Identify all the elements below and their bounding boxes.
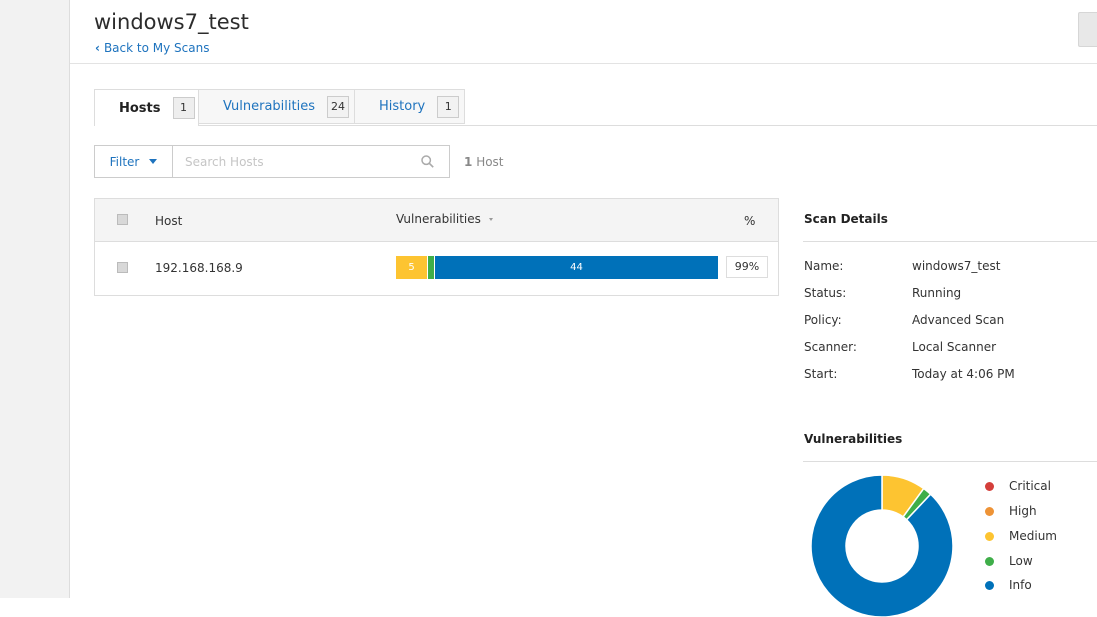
- row-checkbox[interactable]: [117, 262, 128, 273]
- tab-bar: Hosts 1 Vulnerabilities 24 History 1: [94, 89, 1097, 126]
- bar-segment-info[interactable]: 44: [435, 256, 718, 279]
- detail-value-name: windows7_test: [912, 259, 1001, 273]
- tab-history[interactable]: History 1: [354, 89, 465, 124]
- detail-label-start: Start:: [804, 367, 838, 381]
- tab-vulnerabilities-label: Vulnerabilities: [223, 99, 315, 114]
- host-count: 1 Host: [464, 155, 504, 169]
- donut-slice-info[interactable]: [811, 475, 953, 617]
- select-all-checkbox[interactable]: [117, 214, 128, 225]
- column-header-percent[interactable]: %: [744, 214, 755, 228]
- scan-details-heading: Scan Details: [804, 212, 888, 226]
- bar-segment-medium[interactable]: 5: [396, 256, 427, 279]
- detail-label-scanner: Scanner:: [804, 340, 857, 354]
- search-hosts-input[interactable]: [173, 146, 415, 177]
- hosts-table: Host Vulnerabilities % 192.168.168.9 5 4…: [94, 198, 779, 296]
- left-sidebar: [0, 0, 70, 598]
- search-box: [173, 145, 450, 178]
- progress-percent: 99%: [726, 256, 768, 278]
- filter-dropdown-button[interactable]: Filter: [94, 145, 173, 178]
- vulnerabilities-donut-chart: [811, 475, 953, 617]
- legend-dot-low: [985, 557, 994, 566]
- legend-label-low[interactable]: Low: [1009, 554, 1033, 568]
- detail-value-start: Today at 4:06 PM: [912, 367, 1015, 381]
- detail-value-scanner: Local Scanner: [912, 340, 997, 354]
- tab-history-count: 1: [437, 95, 460, 118]
- legend-dot-high: [985, 507, 994, 516]
- search-icon[interactable]: [421, 155, 434, 168]
- legend-label-critical[interactable]: Critical: [1009, 479, 1051, 493]
- tab-history-label: History: [379, 99, 426, 114]
- divider: [803, 241, 1097, 242]
- host-count-number: 1: [464, 155, 473, 169]
- bar-segment-low[interactable]: [428, 256, 434, 279]
- detail-label-name: Name:: [804, 259, 844, 273]
- host-ip[interactable]: 192.168.168.9: [155, 261, 243, 275]
- page-header: windows7_test ‹ Back to My Scans: [70, 0, 1097, 64]
- header-action-button[interactable]: [1078, 12, 1097, 47]
- table-header: Host Vulnerabilities %: [95, 199, 778, 242]
- vulnerability-bar[interactable]: 5 44: [396, 256, 718, 279]
- caret-down-icon: [149, 159, 158, 164]
- legend-label-info[interactable]: Info: [1009, 578, 1032, 592]
- divider: [803, 461, 1097, 462]
- sort-caret-icon: [488, 218, 493, 221]
- detail-label-status: Status:: [804, 286, 847, 300]
- legend-dot-critical: [985, 482, 994, 491]
- back-to-my-scans-link[interactable]: ‹ Back to My Scans: [95, 41, 209, 55]
- legend-dot-info: [985, 581, 994, 590]
- page-title: windows7_test: [94, 10, 249, 34]
- chevron-left-icon: ‹: [95, 41, 100, 55]
- detail-value-policy: Advanced Scan: [912, 313, 1005, 327]
- tab-vulnerabilities-count: 24: [326, 95, 349, 118]
- back-link-label: Back to My Scans: [103, 41, 210, 55]
- table-row[interactable]: 192.168.168.9 5 44 99%: [95, 241, 778, 295]
- column-header-vulnerabilities-label: Vulnerabilities: [396, 212, 481, 226]
- tab-vulnerabilities[interactable]: Vulnerabilities 24: [198, 89, 355, 124]
- detail-label-policy: Policy:: [804, 313, 842, 327]
- column-header-vulnerabilities[interactable]: Vulnerabilities: [396, 212, 493, 226]
- legend-dot-medium: [985, 532, 994, 541]
- legend-label-medium[interactable]: Medium: [1009, 529, 1057, 543]
- legend-label-high[interactable]: High: [1009, 504, 1037, 518]
- tab-hosts-count: 1: [172, 97, 195, 119]
- host-count-word: Host: [476, 155, 504, 169]
- tab-hosts[interactable]: Hosts 1: [94, 89, 199, 126]
- vulnerabilities-heading: Vulnerabilities: [804, 432, 903, 446]
- tab-hosts-label: Hosts: [119, 100, 161, 116]
- column-header-host[interactable]: Host: [155, 214, 182, 228]
- detail-value-status: Running: [912, 286, 962, 300]
- filter-label: Filter: [109, 154, 140, 169]
